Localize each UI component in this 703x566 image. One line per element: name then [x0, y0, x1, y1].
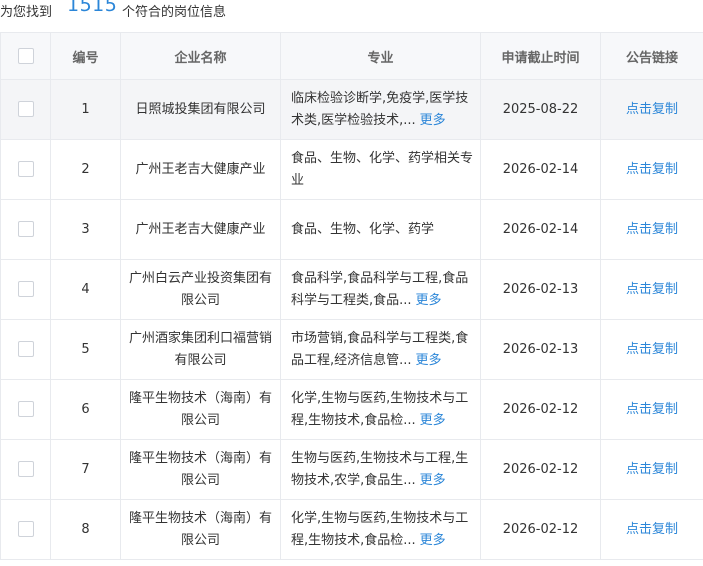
row-checkbox[interactable]: [17, 461, 34, 477]
row-index: 2: [50, 139, 121, 200]
header-company: 企业名称: [120, 32, 281, 80]
table-row[interactable]: 8 隆平生物技术（海南）有限公司 化学,生物与医药,生物技术与工程,生物技术,食品检…: [0, 499, 703, 560]
row-checkbox[interactable]: [17, 281, 34, 297]
more-link[interactable]: 更多: [420, 473, 446, 488]
link-cell: 点击复制: [600, 379, 703, 440]
result-count: 1515: [67, 0, 118, 16]
row-checkbox[interactable]: [17, 101, 34, 117]
row-select-cell: [0, 199, 51, 260]
row-index: 3: [50, 199, 121, 260]
copy-link[interactable]: 点击复制: [626, 522, 678, 537]
major-cell: 临床检验诊断学,免疫学,医学技术类,医学检验技术,... 更多: [280, 79, 481, 140]
link-cell: 点击复制: [600, 199, 703, 260]
more-link[interactable]: 更多: [420, 413, 446, 428]
link-cell: 点击复制: [600, 319, 703, 380]
company-name: 日照城投集团有限公司: [120, 79, 281, 140]
table-row[interactable]: 7 隆平生物技术（海南）有限公司 生物与医药,生物技术与工程,生物技术,农学,食品生…: [0, 439, 703, 500]
more-link[interactable]: 更多: [416, 293, 442, 308]
row-select-cell: [0, 259, 51, 320]
row-select-cell: [0, 439, 51, 500]
more-link[interactable]: 更多: [420, 113, 446, 128]
deadline: 2026-02-14: [480, 139, 601, 200]
table-header-row: 编号 企业名称 专业 申请截止时间 公告链接: [0, 32, 703, 80]
row-index: 1: [50, 79, 121, 140]
more-link[interactable]: 更多: [420, 533, 446, 548]
row-checkbox[interactable]: [17, 521, 34, 537]
major-text: 食品、生物、化学、药学: [291, 221, 435, 237]
major-cell: 食品、生物、化学、药学相关专业: [280, 139, 481, 200]
copy-link[interactable]: 点击复制: [626, 102, 678, 117]
major-cell: 化学,生物与医药,生物技术与工程,生物技术,食品检... 更多: [280, 379, 481, 440]
row-checkbox[interactable]: [17, 341, 34, 357]
table-row[interactable]: 5 广州酒家集团利口福营销有限公司 市场营销,食品科学与工程类,食品工程,经济信息管…: [0, 319, 703, 380]
row-index: 5: [50, 319, 121, 380]
summary-suffix: 个符合的岗位信息: [122, 5, 227, 20]
link-cell: 点击复制: [600, 439, 703, 500]
row-checkbox[interactable]: [17, 221, 34, 237]
link-cell: 点击复制: [600, 139, 703, 200]
row-index: 6: [50, 379, 121, 440]
deadline: 2026-02-12: [480, 379, 601, 440]
row-select-cell: [0, 139, 51, 200]
row-checkbox[interactable]: [17, 161, 34, 177]
copy-link[interactable]: 点击复制: [626, 282, 678, 297]
row-select-cell: [0, 379, 51, 440]
deadline: 2025-08-22: [480, 79, 601, 140]
more-link[interactable]: 更多: [416, 353, 442, 368]
deadline: 2026-02-14: [480, 199, 601, 260]
row-select-cell: [0, 79, 51, 140]
copy-link[interactable]: 点击复制: [626, 462, 678, 477]
company-name: 隆平生物技术（海南）有限公司: [120, 379, 281, 440]
major-cell: 食品科学,食品科学与工程,食品科学与工程类,食品... 更多: [280, 259, 481, 320]
deadline: 2026-02-12: [480, 499, 601, 560]
copy-link[interactable]: 点击复制: [626, 222, 678, 237]
company-name: 隆平生物技术（海南）有限公司: [120, 499, 281, 560]
row-index: 7: [50, 439, 121, 500]
company-name: 广州酒家集团利口福营销有限公司: [120, 319, 281, 380]
table-row[interactable]: 4 广州白云产业投资集团有限公司 食品科学,食品科学与工程,食品科学与工程类,食品.…: [0, 259, 703, 320]
link-cell: 点击复制: [600, 79, 703, 140]
row-select-cell: [0, 319, 51, 380]
table-row[interactable]: 1 日照城投集团有限公司 临床检验诊断学,免疫学,医学技术类,医学检验技术,... 更…: [0, 79, 703, 140]
row-checkbox[interactable]: [17, 401, 34, 417]
company-name: 广州白云产业投资集团有限公司: [120, 259, 281, 320]
copy-link[interactable]: 点击复制: [626, 402, 678, 417]
major-cell: 食品、生物、化学、药学: [280, 199, 481, 260]
row-index: 8: [50, 499, 121, 560]
major-cell: 化学,生物与医药,生物技术与工程,生物技术,食品检... 更多: [280, 499, 481, 560]
copy-link[interactable]: 点击复制: [626, 342, 678, 357]
table-row[interactable]: 3 广州王老吉大健康产业 食品、生物、化学、药学 2026-02-14 点击复制: [0, 199, 703, 260]
major-cell: 生物与医药,生物技术与工程,生物技术,农学,食品生... 更多: [280, 439, 481, 500]
company-name: 隆平生物技术（海南）有限公司: [120, 439, 281, 500]
select-all-checkbox[interactable]: [17, 48, 34, 64]
summary-prefix: 为您找到: [0, 5, 53, 20]
result-summary: 为您找到 1515 个符合的岗位信息: [0, 0, 703, 22]
deadline: 2026-02-13: [480, 259, 601, 320]
job-table: 编号 企业名称 专业 申请截止时间 公告链接 1 日照城投集团有限公司 临床检验诊断…: [0, 32, 703, 560]
copy-link[interactable]: 点击复制: [626, 162, 678, 177]
row-select-cell: [0, 499, 51, 560]
link-cell: 点击复制: [600, 259, 703, 320]
header-major: 专业: [280, 32, 481, 80]
row-index: 4: [50, 259, 121, 320]
deadline: 2026-02-13: [480, 319, 601, 380]
major-cell: 市场营销,食品科学与工程类,食品工程,经济信息管... 更多: [280, 319, 481, 380]
header-index: 编号: [50, 32, 121, 80]
table-row[interactable]: 2 广州王老吉大健康产业 食品、生物、化学、药学相关专业 2026-02-14 点击复制: [0, 139, 703, 200]
table-row[interactable]: 6 隆平生物技术（海南）有限公司 化学,生物与医药,生物技术与工程,生物技术,食品检…: [0, 379, 703, 440]
major-text: 食品、生物、化学、药学相关专业: [291, 150, 474, 188]
deadline: 2026-02-12: [480, 439, 601, 500]
company-name: 广州王老吉大健康产业: [120, 199, 281, 260]
company-name: 广州王老吉大健康产业: [120, 139, 281, 200]
header-deadline: 申请截止时间: [480, 32, 601, 80]
header-link: 公告链接: [600, 32, 703, 80]
link-cell: 点击复制: [600, 499, 703, 560]
select-all-cell: [0, 32, 51, 80]
